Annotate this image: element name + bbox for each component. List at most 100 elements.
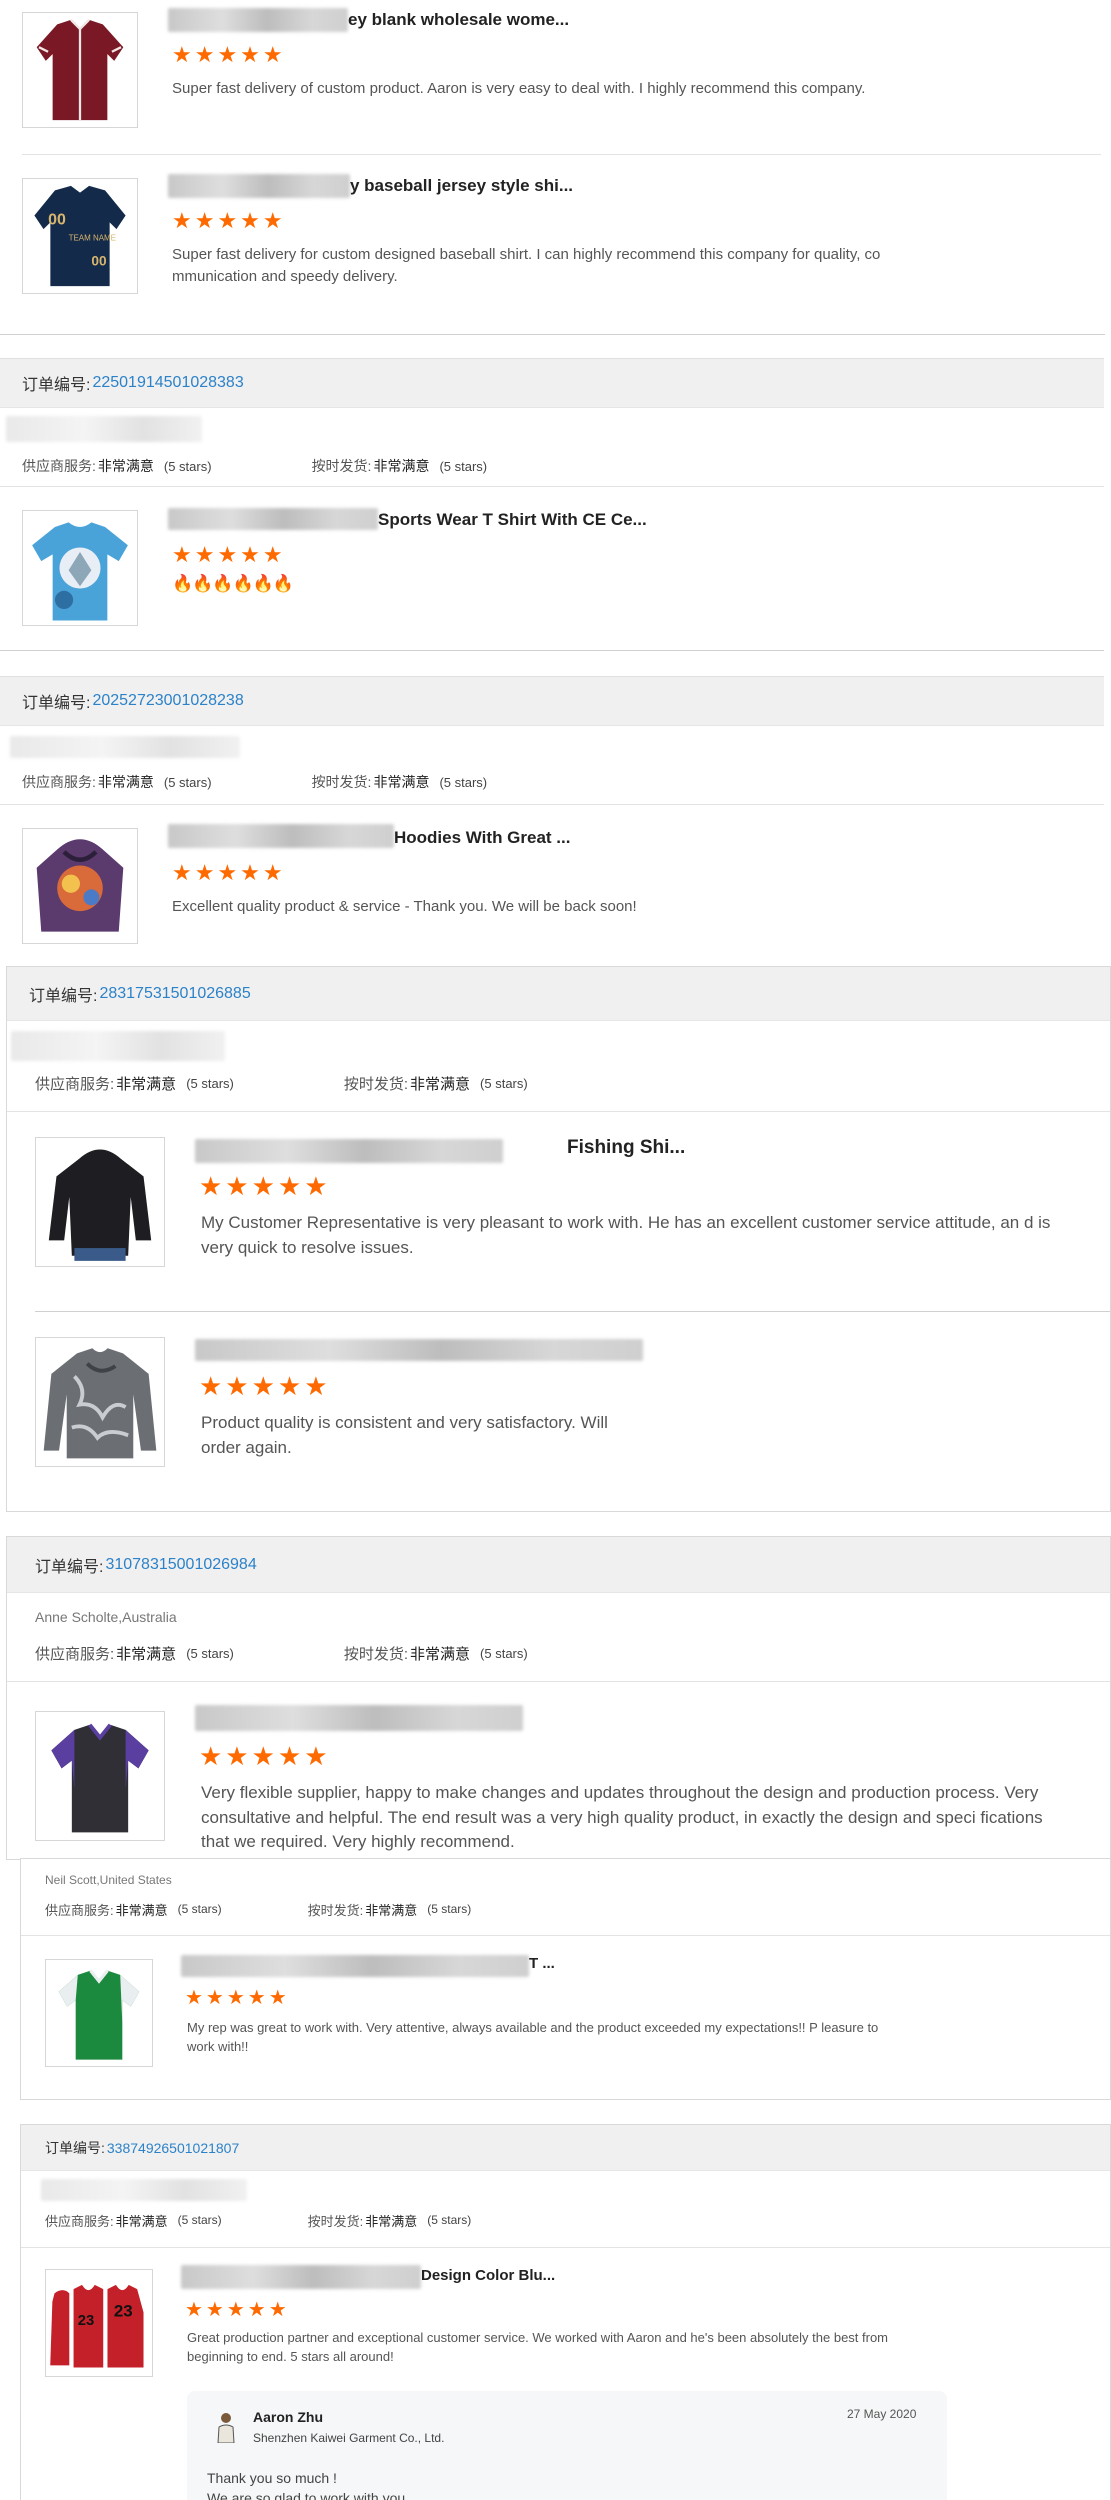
on-time-delivery-label: 按时发货: [343,1075,409,1093]
svg-text:23: 23 [114,2302,133,2321]
review-text: Excellent quality product & service - Th… [172,898,637,915]
supplier-service-stars: (5 stars) [163,774,212,790]
product-title[interactable]: Design Color Blu... [421,2267,555,2284]
on-time-delivery-label: 按时发货: [307,2213,364,2229]
blurred-title [195,1705,523,1731]
divider [35,1311,1110,1312]
reply-author-name: Aaron Zhu [253,2409,323,2425]
reviewer-name: Anne Scholte,Australia [35,1609,177,1625]
supplier-service-label: 供应商服务: [35,1645,115,1663]
order-card: 订单编号: 28317531501026885 供应商服务: 非常满意 (5 s… [6,966,1111,1512]
product-title[interactable]: y baseball jersey style shi... [350,176,573,196]
product-title[interactable]: Fishing Shi... [567,1137,685,1159]
review-text: Great production partner and exceptional… [187,2330,889,2364]
supplier-service-value: 非常满意 [115,1902,168,1918]
on-time-delivery-stars: (5 stars) [480,1645,528,1661]
rating-stars: ★★★★★ [199,1741,331,1771]
divider [21,1935,1110,1936]
blurred-title [168,824,394,848]
divider [0,486,1104,487]
on-time-delivery-stars: (5 stars) [480,1075,528,1091]
product-thumbnail[interactable] [22,510,138,626]
on-time-delivery-label: 按时发货: [343,1645,409,1663]
divider [7,1111,1110,1112]
svg-text:TEAM NAME: TEAM NAME [69,234,116,243]
supplier-service-value: 非常满意 [115,2213,168,2229]
review-text: Super fast delivery for custom designed … [172,246,881,285]
order-number-link[interactable]: 33874926501021807 [107,2140,239,2156]
order-card: Neil Scott,United States 供应商服务: 非常满意 (5 … [20,1858,1111,2100]
supplier-service-stars: (5 stars) [163,458,212,474]
product-thumbnail[interactable]: 23 23 [45,2269,153,2377]
blurred-title [168,8,348,32]
order-ratings: 供应商服务: 非常满意 (5 stars) 按时发货: 非常满意 (5 star… [45,2203,471,2237]
divider [0,334,1105,335]
supplier-service-label: 供应商服务: [22,458,96,474]
product-thumbnail[interactable]: 00 TEAM NAME 00 [22,178,138,294]
order-ratings: 供应商服务: 非常满意 (5 stars) 按时发货: 非常满意 (5 star… [45,1891,471,1927]
product-thumbnail[interactable] [45,1959,153,2067]
on-time-delivery-label: 按时发货: [311,458,372,474]
order-number-label: 订单编号: [22,377,91,394]
rating-stars: ★★★★★ [185,1987,290,2009]
order-number-label: 订单编号: [22,695,91,712]
order-number-label: 订单编号: [35,1558,104,1576]
on-time-delivery-value: 非常满意 [410,1075,471,1093]
order-ratings: 供应商服务: 非常满意 (5 stars) 按时发货: 非常满意 (5 star… [35,1633,528,1673]
product-title[interactable]: ey blank wholesale wome... [348,10,569,30]
order-header: 订单编号: 22501914501028383 [0,358,1104,408]
product-thumbnail[interactable] [22,828,138,944]
blurred-reviewer-name [6,416,202,442]
blurred-title [195,1339,643,1361]
order-number-link[interactable]: 31078315001026984 [105,1556,256,1574]
product-title[interactable]: T ... [529,1955,555,1972]
on-time-delivery-stars: (5 stars) [427,2213,472,2227]
supplier-service-stars: (5 stars) [186,1075,234,1091]
svg-text:23: 23 [78,2313,95,2329]
order-header: 订单编号: 28317531501026885 [7,967,1110,1021]
product-title[interactable]: Sports Wear T Shirt With CE Ce... [378,510,647,530]
order-number-link[interactable]: 28317531501026885 [99,985,250,1003]
divider [0,804,1104,805]
supplier-service-label: 供应商服务: [45,1902,114,1918]
green-polo-image [46,1960,152,2066]
product-thumbnail[interactable] [22,12,138,128]
reply-date: 27 May 2020 [847,2407,917,2421]
on-time-delivery-value: 非常满意 [365,2213,418,2229]
rating-stars: ★★★★★ [199,1171,331,1201]
navy-team-jersey-image: 00 TEAM NAME 00 [34,185,126,287]
order-card: 订单编号: 33874926501021807 供应商服务: 非常满意 (5 s… [20,2124,1111,2500]
blurred-reviewer-name [11,1031,225,1061]
product-thumbnail[interactable] [35,1711,165,1841]
product-title[interactable]: Hoodies With Great ... [394,828,570,848]
order-number-link[interactable]: 20252723001028238 [92,692,243,710]
product-thumbnail[interactable] [35,1337,165,1467]
supplier-service-value: 非常满意 [97,458,154,474]
on-time-delivery-stars: (5 stars) [439,774,488,790]
supplier-service-label: 供应商服务: [45,2213,114,2229]
divider [0,650,1104,651]
black-hoodie-image [36,1138,164,1266]
blurred-reviewer-name [41,2179,247,2201]
review-text: Super fast delivery of custom product. A… [172,80,866,97]
blurred-title [168,508,378,530]
red-basketball-jersey-image: 23 23 [46,2270,152,2376]
camo-longsleeve-image [36,1338,164,1466]
rating-stars: ★★★★★ [172,208,286,233]
reply-company-name: Shenzhen Kaiwei Garment Co., Ltd. [253,2431,445,2445]
on-time-delivery-value: 非常满意 [373,458,430,474]
seller-reply: Aaron Zhu Shenzhen Kaiwei Garment Co., L… [187,2391,947,2500]
rating-stars: ★★★★★ [172,860,286,885]
on-time-delivery-value: 非常满意 [373,774,430,790]
rating-stars: ★★★★★ [185,2299,290,2321]
order-number-link[interactable]: 22501914501028383 [92,374,243,392]
product-thumbnail[interactable] [35,1137,165,1267]
printed-tshirt-image [23,511,137,625]
order-ratings: 供应商服务: 非常满意 (5 stars) 按时发货: 非常满意 (5 star… [35,1063,528,1103]
on-time-delivery-label: 按时发货: [307,1902,364,1918]
order-number-label: 订单编号: [45,2139,105,2156]
order-number-label: 订单编号: [29,987,98,1005]
rating-stars: ★★★★★ [199,1371,331,1401]
order-card: 订单编号: 20252723001028238 供应商服务: 非常满意 (5 s… [0,676,1104,966]
order-ratings: 供应商服务: 非常满意 (5 stars) 按时发货: 非常满意 (5 star… [22,448,487,484]
